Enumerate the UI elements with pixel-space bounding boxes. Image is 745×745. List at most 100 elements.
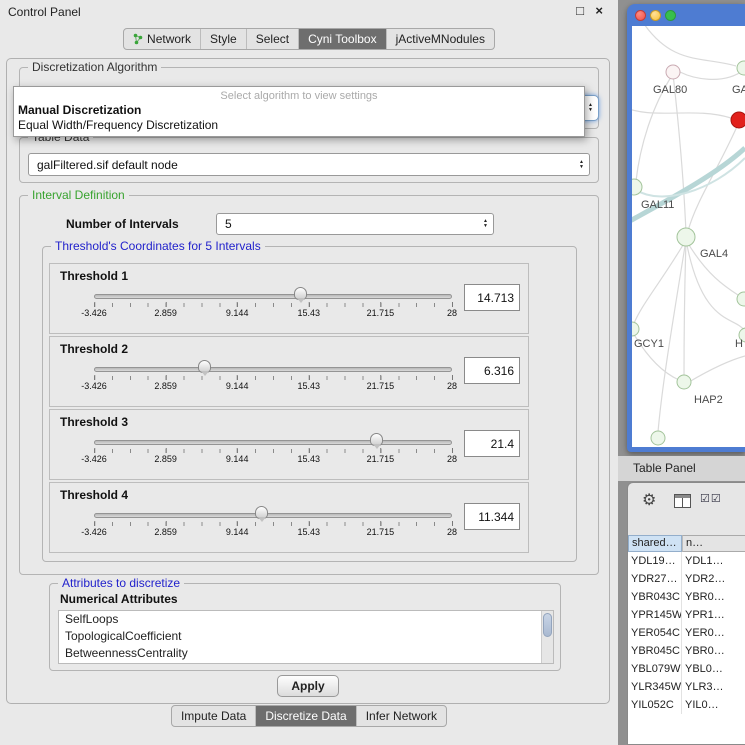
dropdown-option-manual-discretization[interactable]: Manual Discretization bbox=[14, 103, 584, 118]
tab-impute-data-label: Impute Data bbox=[181, 709, 246, 723]
arrow-down-icon: ▼ bbox=[579, 165, 584, 170]
cell[interactable]: YBR0… bbox=[682, 642, 745, 660]
cell[interactable]: YBR045C bbox=[628, 642, 682, 660]
column-header-name[interactable]: n… bbox=[682, 535, 745, 552]
list-item[interactable]: TopologicalCoefficient bbox=[59, 628, 553, 645]
table-row[interactable]: YBR045CYBR0… bbox=[628, 642, 745, 660]
table-row[interactable]: YBL079WYBL0… bbox=[628, 660, 745, 678]
tab-impute-data[interactable]: Impute Data bbox=[172, 706, 255, 726]
tab-infer-network[interactable]: Infer Network bbox=[356, 706, 446, 726]
close-panel-icon[interactable]: × bbox=[595, 3, 603, 18]
slider-track[interactable] bbox=[94, 440, 452, 445]
network-node-gal4[interactable] bbox=[677, 228, 695, 246]
cell[interactable]: YDL1… bbox=[682, 552, 745, 570]
slider-thumb[interactable] bbox=[255, 506, 268, 519]
slider-track[interactable] bbox=[94, 513, 452, 518]
scrollbar-thumb[interactable] bbox=[543, 613, 552, 637]
dropdown-hint-option[interactable]: Select algorithm to view settings bbox=[14, 89, 584, 103]
threshold-3-panel: Threshold 3 -3.426 2.859 9.144 15.43 21.… bbox=[49, 409, 529, 480]
table-row[interactable]: YER054CYER0… bbox=[628, 624, 745, 642]
table-row[interactable]: YDL19…YDL1… bbox=[628, 552, 745, 570]
tab-jactivemnodules[interactable]: jActiveMNodules bbox=[386, 29, 494, 49]
tab-cyni-toolbox[interactable]: Cyni Toolbox bbox=[298, 29, 385, 49]
table-header-row: shared… n… bbox=[628, 535, 745, 552]
table-row[interactable]: YLR345WYLR3… bbox=[628, 678, 745, 696]
network-node-right-mid[interactable] bbox=[737, 292, 745, 306]
cell[interactable]: YIL052C bbox=[628, 696, 682, 714]
cell[interactable]: YPR1… bbox=[682, 606, 745, 624]
tab-select[interactable]: Select bbox=[246, 29, 298, 49]
table-row[interactable]: YDR27…YDR2… bbox=[628, 570, 745, 588]
tab-style[interactable]: Style bbox=[200, 29, 246, 49]
cell[interactable]: YPR145W bbox=[628, 606, 682, 624]
tab-network[interactable]: Network bbox=[124, 29, 200, 49]
dropdown-option-equal-width-frequency[interactable]: Equal Width/Frequency Discretization bbox=[14, 118, 584, 133]
network-node-hap2[interactable] bbox=[677, 375, 691, 389]
network-node-gal80[interactable] bbox=[666, 65, 680, 79]
threshold-2-slider[interactable]: -3.426 2.859 9.144 15.43 21.715 28 bbox=[94, 363, 452, 397]
threshold-3-slider[interactable]: -3.426 2.859 9.144 15.43 21.715 28 bbox=[94, 436, 452, 470]
cell[interactable]: YLR3… bbox=[682, 678, 745, 696]
table-row[interactable]: YIL052CYIL0… bbox=[628, 696, 745, 714]
slider-track[interactable] bbox=[94, 294, 452, 299]
slider-scale: -3.426 2.859 9.144 15.43 21.715 28 bbox=[94, 454, 452, 466]
minimize-window-icon[interactable] bbox=[650, 10, 661, 21]
table-data-combobox[interactable]: galFiltered.sif default node ▲ ▼ bbox=[28, 153, 590, 176]
network-node-selected-red[interactable] bbox=[731, 112, 745, 128]
scale-tick-label: 21.715 bbox=[367, 527, 395, 537]
algorithm-dropdown-popup: Select algorithm to view settings Manual… bbox=[13, 86, 585, 137]
slider-thumb[interactable] bbox=[294, 287, 307, 300]
cell[interactable]: YDR27… bbox=[628, 570, 682, 588]
threshold-1-value-field[interactable]: 14.713 bbox=[464, 284, 520, 311]
list-item[interactable]: SelfLoops bbox=[59, 611, 553, 628]
threshold-4-value-field[interactable]: 11.344 bbox=[464, 503, 520, 530]
network-view-window[interactable]: GAL80 GA GAL11 GAL4 GCY1 H HAP2 bbox=[627, 4, 745, 452]
cell[interactable]: YDR2… bbox=[682, 570, 745, 588]
gear-icon[interactable]: ⚙ bbox=[642, 490, 656, 510]
threshold-2-value-field[interactable]: 6.316 bbox=[464, 357, 520, 384]
thresholds-coordinates-group: Threshold's Coordinates for 5 Intervals … bbox=[42, 246, 577, 562]
cell[interactable]: YER0… bbox=[682, 624, 745, 642]
tab-discretize-data[interactable]: Discretize Data bbox=[255, 706, 355, 726]
scale-tick-label: 15.43 bbox=[298, 308, 321, 318]
attributes-group-label: Attributes to discretize bbox=[58, 576, 184, 590]
slider-thumb[interactable] bbox=[370, 433, 383, 446]
float-panel-icon[interactable]: □ bbox=[576, 3, 584, 18]
network-node-bottom-left[interactable] bbox=[651, 431, 665, 445]
combo-arrows-icon: ▲ ▼ bbox=[483, 219, 488, 229]
cell[interactable]: YLR345W bbox=[628, 678, 682, 696]
slider-thumb[interactable] bbox=[198, 360, 211, 373]
close-window-icon[interactable] bbox=[635, 10, 646, 21]
network-canvas[interactable]: GAL80 GA GAL11 GAL4 GCY1 H HAP2 bbox=[632, 26, 745, 447]
cell[interactable]: YDL19… bbox=[628, 552, 682, 570]
cell[interactable]: YIL0… bbox=[682, 696, 745, 714]
numerical-attributes-list[interactable]: SelfLoops TopologicalCoefficient Between… bbox=[58, 610, 554, 664]
scale-tick-label: 2.859 bbox=[154, 381, 177, 391]
list-scrollbar[interactable] bbox=[541, 611, 553, 663]
table-row[interactable]: YPR145WYPR1… bbox=[628, 606, 745, 624]
number-of-intervals-combobox[interactable]: 5 ▲ ▼ bbox=[216, 213, 494, 235]
cell[interactable]: YBR0… bbox=[682, 588, 745, 606]
threshold-1-slider[interactable]: -3.426 2.859 9.144 15.43 21.715 28 bbox=[94, 290, 452, 324]
tab-network-label: Network bbox=[147, 32, 191, 46]
threshold-3-value-field[interactable]: 21.4 bbox=[464, 430, 520, 457]
cell[interactable]: YBL0… bbox=[682, 660, 745, 678]
zoom-window-icon[interactable] bbox=[665, 10, 676, 21]
column-selector-icon[interactable] bbox=[674, 494, 691, 508]
combo-arrows-icon: ▲ ▼ bbox=[588, 103, 593, 113]
scale-tick-label: -3.426 bbox=[81, 308, 107, 318]
cell[interactable]: YER054C bbox=[628, 624, 682, 642]
control-panel: Control Panel □ × Network Style Select C… bbox=[0, 0, 618, 745]
slider-track[interactable] bbox=[94, 367, 452, 372]
cell[interactable]: YBR043C bbox=[628, 588, 682, 606]
threshold-4-slider[interactable]: -3.426 2.859 9.144 15.43 21.715 28 bbox=[94, 509, 452, 543]
apply-button[interactable]: Apply bbox=[277, 675, 339, 697]
network-node-top-right[interactable] bbox=[737, 61, 745, 75]
slider-scale: -3.426 2.859 9.144 15.43 21.715 28 bbox=[94, 527, 452, 539]
table-row[interactable]: YBR043CYBR0… bbox=[628, 588, 745, 606]
list-item[interactable]: BetweennessCentrality bbox=[59, 645, 553, 662]
column-header-shared-name[interactable]: shared… bbox=[628, 535, 682, 552]
checkbox-filter-icons[interactable]: ☑☑ bbox=[700, 492, 722, 505]
cell[interactable]: YBL079W bbox=[628, 660, 682, 678]
network-node-gcy1[interactable] bbox=[632, 322, 639, 336]
